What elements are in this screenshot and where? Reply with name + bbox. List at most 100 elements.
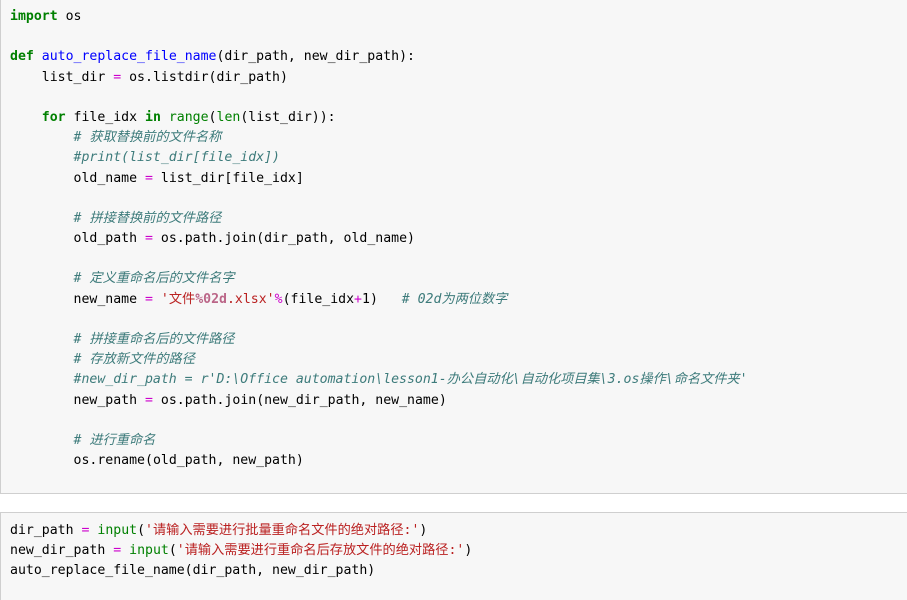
code-line: #print(list_dir[file_idx])	[10, 148, 907, 168]
code-token-n	[10, 372, 74, 387]
code-cell-1-source[interactable]: import os def auto_replace_file_name(dir…	[1, 7, 907, 471]
code-token-k: def	[10, 49, 34, 65]
code-token-n	[378, 292, 402, 307]
code-token-n	[10, 110, 42, 125]
code-token-n: os	[152, 392, 177, 408]
code-token-k: import	[10, 9, 58, 24]
code-token-n: os	[121, 69, 145, 85]
code-token-o: =	[144, 291, 153, 307]
code-token-nb: input	[129, 543, 169, 559]
code-token-n: new_dir_path	[10, 543, 114, 559]
code-token-n	[10, 211, 74, 226]
code-token-c: # 进行重命名	[73, 432, 156, 448]
code-token-p: .	[145, 69, 153, 85]
code-line: auto_replace_file_name(dir_path, new_dir…	[10, 561, 907, 581]
code-token-n	[10, 271, 74, 286]
code-token-o: =	[144, 170, 153, 186]
code-token-n: list_dir	[152, 170, 225, 186]
code-token-c: # 拼接重命名后的文件路径	[73, 332, 235, 347]
code-token-n	[10, 352, 74, 367]
code-token-p: )	[419, 523, 428, 538]
code-token-c: #print(list_dir[file_idx])	[73, 150, 280, 166]
code-token-p: .	[176, 231, 185, 247]
code-token-n: listdir	[152, 69, 209, 85]
code-token-n: dir_path	[10, 523, 82, 538]
code-token-n: join	[224, 231, 257, 247]
code-line: new_name = '文件%02d.xlsx'%(file_idx+1) # …	[10, 290, 907, 310]
code-token-n: path	[184, 392, 217, 408]
code-token-p: [file_idx]	[224, 170, 304, 186]
code-token-o: =	[144, 231, 153, 247]
code-token-n	[121, 543, 129, 558]
code-token-n: old_path	[10, 231, 145, 247]
code-token-c: # 02d为两位数字	[401, 291, 508, 307]
code-token-n: rename	[97, 453, 145, 469]
code-token-n: new_path	[10, 392, 145, 408]
code-token-n: path	[184, 231, 217, 247]
code-line: # 拼接重命名后的文件路径	[10, 330, 907, 350]
code-token-s: '请输入需要进行批量重命名文件的绝对路径:'	[145, 523, 420, 538]
code-token-s: '请输入需要进行重命名后存放文件的绝对路径:'	[176, 543, 465, 559]
code-token-n: join	[224, 392, 257, 408]
code-token-s: '文件	[160, 291, 196, 307]
code-cell-function-invocation[interactable]: dir_path = input('请输入需要进行批量重命名文件的绝对路径:')…	[0, 512, 907, 600]
code-token-p: (	[208, 109, 217, 125]
code-line: # 拼接替换前的文件路径	[10, 209, 907, 229]
code-line: new_dir_path = input('请输入需要进行重命名后存放文件的绝对…	[10, 541, 907, 561]
code-token-p: (old_path, new_path)	[145, 453, 304, 469]
code-token-nb: len	[216, 109, 241, 125]
code-token-s: .xlsx'	[226, 291, 275, 307]
code-token-o: +	[354, 291, 362, 307]
code-token-n: os	[152, 231, 177, 247]
code-token-c: # 拼接替换前的文件路径	[73, 210, 222, 226]
code-token-p: (dir_path, new_dir_path)	[184, 563, 376, 579]
code-token-nb: range	[168, 109, 209, 125]
code-line: # 进行重命名	[10, 431, 907, 451]
code-token-n: os	[57, 9, 82, 24]
code-token-o: %	[274, 291, 283, 307]
code-token-n	[10, 433, 74, 448]
code-token-o: =	[113, 69, 122, 85]
code-line: def auto_replace_file_name(dir_path, new…	[10, 47, 907, 67]
code-cell-function-definition[interactable]: import os def auto_replace_file_name(dir…	[0, 0, 907, 494]
code-token-p: (	[137, 523, 146, 538]
cell-separator-gap	[0, 494, 907, 512]
code-token-p: (list_dir)):	[240, 109, 336, 125]
code-token-k: in	[145, 109, 161, 125]
code-line: os.rename(old_path, new_path)	[10, 451, 907, 471]
code-token-p: (new_dir_path, new_name)	[256, 392, 447, 408]
code-token-p: 1)	[362, 291, 378, 307]
code-token-n	[10, 332, 74, 347]
code-token-nf: auto_replace_file_name	[41, 49, 217, 65]
code-token-n	[161, 110, 169, 125]
code-line: dir_path = input('请输入需要进行批量重命名文件的绝对路径:')	[10, 521, 907, 541]
code-token-n	[34, 49, 42, 64]
code-token-p: (dir_path, old_name)	[256, 231, 415, 247]
code-token-p: )	[464, 543, 473, 559]
code-line: old_path = os.path.join(dir_path, old_na…	[10, 229, 907, 249]
notebook-container: import os def auto_replace_file_name(dir…	[0, 0, 907, 600]
code-token-k: for	[41, 109, 66, 125]
code-cell-2-source[interactable]: dir_path = input('请输入需要进行批量重命名文件的绝对路径:')…	[1, 521, 907, 582]
code-token-n	[153, 292, 161, 307]
code-token-n: os	[10, 453, 90, 469]
code-line: for file_idx in range(len(list_dir)):	[10, 108, 907, 128]
code-token-p: (dir_path)	[208, 69, 288, 85]
code-token-c: # 存放新文件的路径	[73, 352, 195, 368]
code-line: list_dir = os.listdir(dir_path)	[10, 68, 907, 88]
code-token-si: %02d	[195, 291, 227, 307]
code-token-n	[10, 130, 74, 145]
code-line: # 存放新文件的路径	[10, 350, 907, 370]
code-token-p: .	[176, 392, 185, 408]
code-token-n: auto_replace_file_name	[10, 563, 185, 579]
code-token-p: (	[168, 543, 177, 559]
code-line: new_path = os.path.join(new_dir_path, ne…	[10, 391, 907, 411]
code-token-c: # 获取替换前的文件名称	[73, 130, 222, 146]
code-line: old_name = list_dir[file_idx]	[10, 169, 907, 189]
